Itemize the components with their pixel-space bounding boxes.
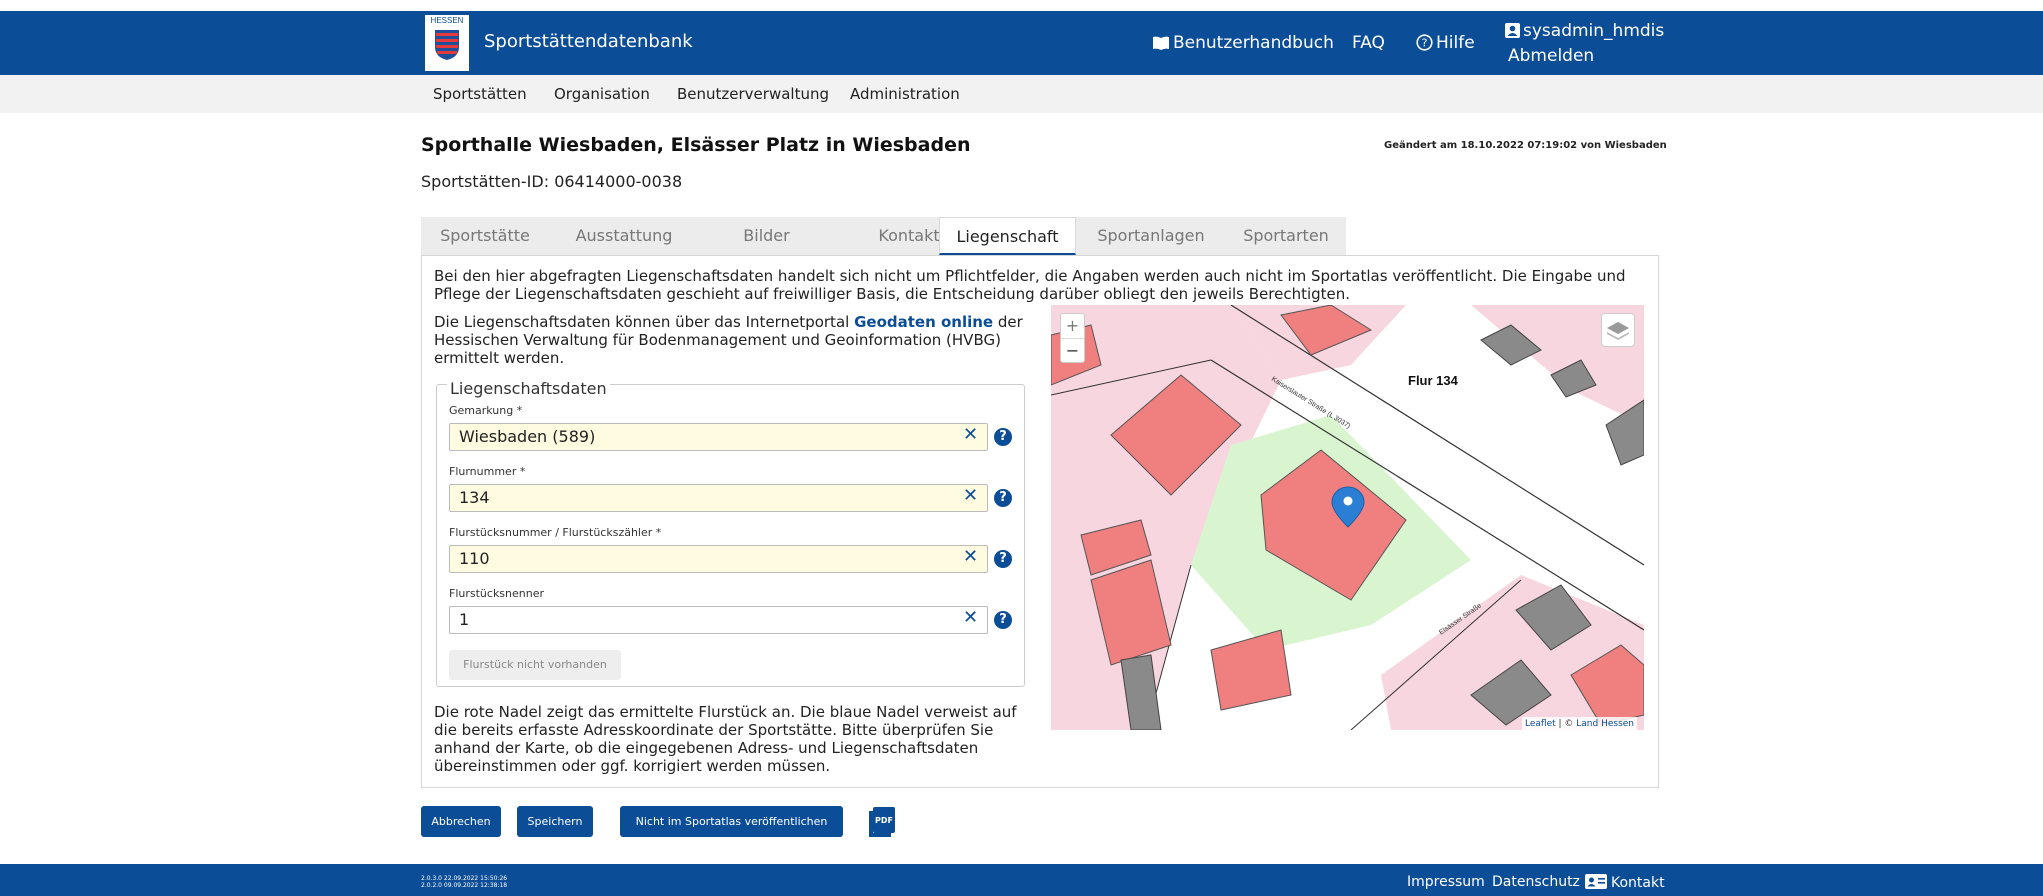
help-circle-icon: ? <box>1416 34 1433 51</box>
kontakt-label: Kontakt <box>1611 875 1665 891</box>
nav-item-sportstaetten[interactable]: Sportstätten <box>433 85 527 103</box>
flurstuecksnenner-input[interactable]: 1 <box>449 606 988 634</box>
faq-label: FAQ <box>1352 33 1385 53</box>
main-navigation: Sportstätten Organisation Benutzerverwal… <box>0 75 2043 113</box>
user-name-row[interactable]: sysadmin_hmdis <box>1505 19 1664 44</box>
site-id: Sportstätten-ID: 06414000-0038 <box>421 172 683 191</box>
version-line-1: 2.0.3.0 22.09.2022 15:50:26 <box>421 875 508 882</box>
flurnummer-clear-icon[interactable]: ✕ <box>963 485 978 506</box>
tab-liegenschaft[interactable]: Liegenschaft <box>939 217 1076 255</box>
app-name[interactable]: Sportstättendatenbank <box>484 31 693 52</box>
kontakt-link[interactable]: Kontakt <box>1585 874 1665 891</box>
fieldset-legend: Liegenschaftsdaten <box>447 379 610 398</box>
version-info: 2.0.3.0 22.09.2022 15:50:26 2.0.2.0 09.0… <box>421 875 507 889</box>
map-explanation-text: Die rote Nadel zeigt das ermittelte Flur… <box>434 703 1017 775</box>
leaflet-link[interactable]: Leaflet <box>1525 719 1556 729</box>
flurstuecksnenner-help-icon[interactable]: ? <box>994 611 1012 629</box>
help-label: Hilfe <box>1436 33 1475 53</box>
gemarkung-clear-icon[interactable]: ✕ <box>963 424 978 445</box>
footer <box>0 864 2043 896</box>
flurstueck-nicht-vorhanden-button[interactable]: Flurstück nicht vorhanden <box>449 650 621 680</box>
handbook-link[interactable]: Benutzerhandbuch <box>1152 33 1334 53</box>
user-name: sysadmin_hmdis <box>1523 21 1665 41</box>
flurstuecksnummer-label: Flurstücksnummer / Flurstückszähler * <box>449 526 662 539</box>
gemarkung-help-icon[interactable]: ? <box>994 428 1012 446</box>
top-header: HESSEN Sportstättendatenbank Benutzerhan… <box>0 11 2043 75</box>
logout-link[interactable]: Abmelden <box>1505 44 1664 69</box>
nav-item-administration[interactable]: Administration <box>850 85 960 103</box>
geodaten-online-link[interactable]: Geodaten online <box>854 313 993 331</box>
version-line-2: 2.0.2.0 09.09.2022 12:38:18 <box>421 882 508 889</box>
user-icon <box>1505 23 1520 38</box>
zoom-out-button[interactable]: − <box>1061 338 1084 362</box>
layers-icon <box>1607 322 1629 340</box>
last-changed-info: Geändert am 18.10.2022 07:19:02 von Wies… <box>1384 140 1667 151</box>
flurstuecksnenner-clear-icon[interactable]: ✕ <box>963 607 978 628</box>
map-zoom-control: + − <box>1060 313 1085 363</box>
handbook-label: Benutzerhandbuch <box>1173 33 1334 53</box>
map-layers-button[interactable] <box>1601 313 1635 347</box>
intro-text: Bei den hier abgefragten Liegenschaftsda… <box>434 267 1626 303</box>
contact-card-icon <box>1585 874 1607 889</box>
flurnummer-help-icon[interactable]: ? <box>994 489 1012 507</box>
handbook-icon <box>1153 36 1169 50</box>
flurstuecksnummer-help-icon[interactable]: ? <box>994 550 1012 568</box>
parcel-map[interactable]: Flur 134 Kaiserslauter Straße (L 3037) E… <box>1051 305 1644 730</box>
pdf-icon-label: PDF <box>875 816 893 825</box>
nav-item-benutzerverwaltung[interactable]: Benutzerverwaltung <box>677 85 829 103</box>
help-link[interactable]: ? Hilfe <box>1416 33 1475 53</box>
not-publish-button[interactable]: Nicht im Sportatlas veröffentlichen <box>620 806 843 837</box>
tab-bar: Sportstätte Ausstattung Bilder Kontakt L… <box>421 217 1346 255</box>
hessen-crest-icon <box>435 30 459 60</box>
user-menu: sysadmin_hmdis Abmelden <box>1505 19 1664 69</box>
geodata-text: Die Liegenschaftsdaten können über das I… <box>434 313 1024 367</box>
flurnummer-label: Flurnummer * <box>449 465 526 478</box>
tab-sportstaette[interactable]: Sportstätte <box>421 217 549 255</box>
save-button[interactable]: Speichern <box>517 806 593 837</box>
land-hessen-link[interactable]: Land Hessen <box>1576 719 1634 729</box>
zoom-in-button[interactable]: + <box>1061 314 1084 338</box>
page-title: Sporthalle Wiesbaden, Elsässer Platz in … <box>421 134 971 156</box>
map-building <box>1210 629 1292 711</box>
tab-ausstattung[interactable]: Ausstattung <box>549 217 699 255</box>
hessen-logo[interactable]: HESSEN <box>425 15 469 71</box>
impressum-link[interactable]: Impressum <box>1407 874 1485 890</box>
tab-bilder[interactable]: Bilder <box>699 217 834 255</box>
logo-text: HESSEN <box>430 16 464 25</box>
cancel-button[interactable]: Abbrechen <box>421 806 501 837</box>
map-flur-label: Flur 134 <box>1408 373 1459 388</box>
gemarkung-input[interactable]: Wiesbaden (589) <box>449 423 988 451</box>
map-attribution: Leaflet | © Land Hessen <box>1522 717 1638 731</box>
flurstuecksnummer-clear-icon[interactable]: ✕ <box>963 546 978 567</box>
flurnummer-input[interactable]: 134 <box>449 484 988 512</box>
attribution-separator: | © <box>1555 719 1577 729</box>
svg-text:?: ? <box>1422 37 1428 50</box>
flurstuecksnummer-input[interactable]: 110 <box>449 545 988 573</box>
geodata-pre: Die Liegenschaftsdaten können über das I… <box>434 313 855 331</box>
pdf-export-icon[interactable]: PDF <box>869 807 897 837</box>
faq-link[interactable]: FAQ <box>1352 33 1385 53</box>
datenschutz-link[interactable]: Datenschutz <box>1492 874 1580 890</box>
nav-item-organisation[interactable]: Organisation <box>554 85 650 103</box>
tab-sportarten[interactable]: Sportarten <box>1226 217 1346 255</box>
gemarkung-label: Gemarkung * <box>449 404 523 417</box>
tab-sportanlagen[interactable]: Sportanlagen <box>1076 217 1226 255</box>
flurstuecksnenner-label: Flurstücksnenner <box>449 587 545 600</box>
map-canvas[interactable]: Flur 134 Kaiserslauter Straße (L 3037) E… <box>1051 305 1644 730</box>
